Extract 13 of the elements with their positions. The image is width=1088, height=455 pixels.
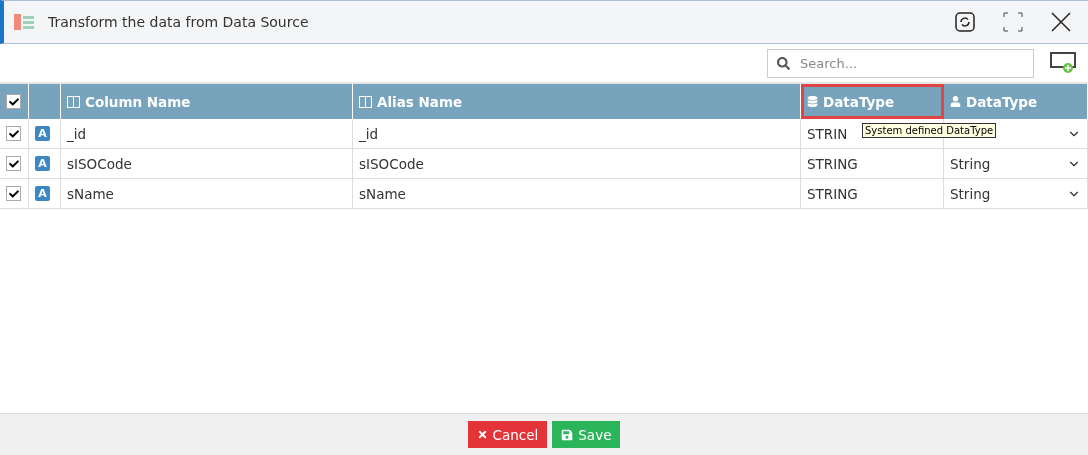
table-cell: STRING [801,149,944,179]
window-title: Transform the data from Data Source [48,14,310,30]
table-cell: _id [61,119,353,149]
text-type-icon: A [35,186,50,201]
table-cell: sName [61,179,353,209]
table-cell: STRING [801,179,944,209]
table-cell: sISOCode [61,149,353,179]
text-type-icon: A [35,156,50,171]
table-cell: sISOCode [353,149,801,179]
text-type-icon: A [35,126,50,141]
tooltip: System defined DataType [862,123,997,138]
table-cell: _id [353,119,801,149]
table-cell: sName [353,179,801,209]
